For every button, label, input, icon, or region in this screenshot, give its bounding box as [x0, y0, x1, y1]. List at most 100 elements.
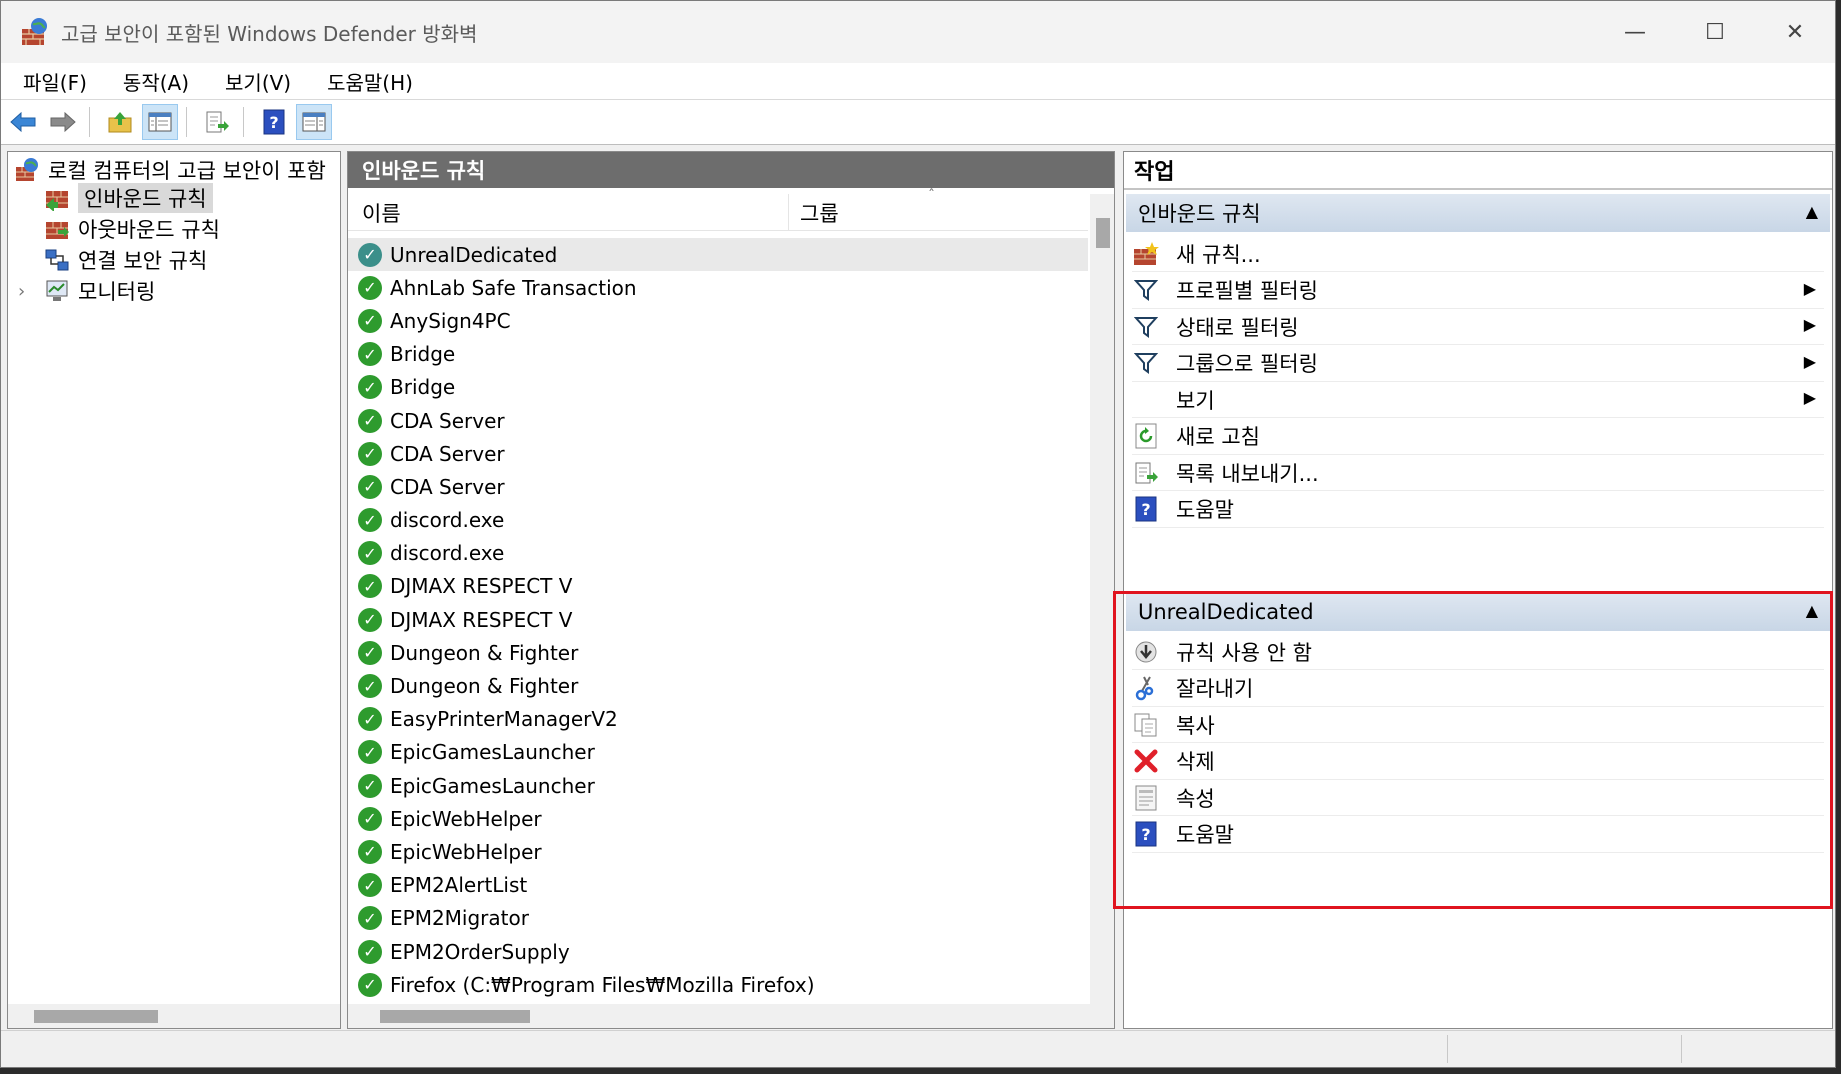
export-list-icon: [1132, 459, 1160, 487]
show-hide-action-pane-icon: [302, 112, 326, 132]
action-label: 도움말: [1176, 498, 1234, 522]
action-item[interactable]: ? 도움말: [1132, 492, 1824, 528]
rule-name: AhnLab Safe Transaction: [390, 275, 637, 300]
title-bar[interactable]: 고급 보안이 포함된 Windows Defender 방화벽 — ☐ ✕: [1, 1, 1835, 63]
show-hide-console-tree-icon: [148, 112, 172, 132]
rule-row[interactable]: ✓ CDA Server: [348, 470, 1088, 503]
scrollbar-thumb[interactable]: [34, 1010, 158, 1023]
enabled-check-icon: ✓: [358, 541, 382, 566]
menu-file[interactable]: 파일(F): [9, 67, 101, 96]
column-header-name[interactable]: 이름: [362, 198, 401, 228]
enabled-check-icon: ✓: [358, 375, 382, 400]
maximize-button[interactable]: ☐: [1675, 1, 1755, 63]
action-item[interactable]: 목록 내보내기...: [1132, 455, 1824, 491]
rule-row[interactable]: ✓ CDA Server: [348, 437, 1088, 470]
up-folder-icon: [108, 112, 132, 133]
rule-row[interactable]: ✓ discord.exe: [348, 504, 1088, 537]
help-button[interactable]: ?: [256, 104, 292, 140]
tree-expander-icon[interactable]: ›: [18, 281, 38, 302]
action-label: 목록 내보내기...: [1176, 461, 1319, 486]
rule-row[interactable]: ✓ DJMAX RESPECT V: [348, 603, 1088, 636]
back-button[interactable]: [5, 104, 41, 140]
rule-name: CDA Server: [390, 441, 505, 466]
svg-text:?: ?: [269, 113, 278, 132]
rule-row[interactable]: ✓ EPM2Migrator: [348, 902, 1088, 935]
column-headers: 이름 그룹 ˆ: [348, 188, 1088, 231]
action-label: 그룹으로 필터링: [1176, 352, 1318, 376]
action-item[interactable]: 새 규칙...: [1132, 236, 1824, 272]
filter-icon: [1132, 349, 1160, 377]
vertical-scrollbar[interactable]: [1090, 194, 1114, 1004]
up-one-level-button[interactable]: [102, 104, 138, 140]
scrollbar-thumb[interactable]: [380, 1010, 530, 1023]
rule-row[interactable]: ✓ Dungeon & Fighter: [348, 669, 1088, 702]
rule-row[interactable]: ✓ UnrealDedicated: [348, 238, 1088, 272]
scrollbar-thumb[interactable]: [1096, 218, 1110, 248]
rule-row[interactable]: ✓ EpicGamesLauncher: [348, 736, 1088, 769]
enabled-check-icon: ✓: [358, 474, 382, 499]
action-item[interactable]: 보기 ▶: [1132, 382, 1824, 418]
tree-item-outbound-rules[interactable]: 아웃바운드 규칙: [44, 214, 220, 244]
rule-row[interactable]: ✓ EpicWebHelper: [348, 802, 1088, 835]
horizontal-scrollbar[interactable]: [348, 1004, 1114, 1028]
show-hide-action-pane-button[interactable]: [296, 104, 332, 140]
forward-button[interactable]: [45, 104, 81, 140]
action-item[interactable]: 프로필별 필터링 ▶: [1132, 273, 1824, 309]
rule-name: EPM2OrderSupply: [390, 939, 570, 964]
rule-row[interactable]: ✓ AnySign4PC: [348, 304, 1088, 337]
tree-item-inbound-rules[interactable]: 인바운드 규칙: [44, 183, 213, 213]
enabled-check-icon: ✓: [358, 342, 382, 367]
rule-row[interactable]: ✓ CDA Server: [348, 404, 1088, 437]
enabled-check-icon: ✓: [358, 441, 382, 466]
rule-name: DJMAX RESPECT V: [390, 607, 573, 632]
tree-item-label: 인바운드 규칙: [78, 183, 213, 213]
enabled-check-icon: ✓: [358, 740, 382, 765]
rule-row[interactable]: ✓ Firefox (C:₩Program Files₩Mozilla Firef…: [348, 968, 1088, 1001]
rule-name: Dungeon & Fighter: [390, 674, 579, 699]
rule-row[interactable]: ✓ EpicGamesLauncher: [348, 769, 1088, 802]
show-hide-console-tree-button[interactable]: [142, 104, 178, 140]
horizontal-scrollbar[interactable]: [8, 1004, 340, 1028]
column-header-group[interactable]: 그룹: [800, 198, 839, 228]
rule-row[interactable]: ✓ Bridge: [348, 338, 1088, 371]
tree-root[interactable]: 로컬 컴퓨터의 고급 보안이 포함: [14, 155, 326, 185]
menu-action[interactable]: 동작(A): [109, 67, 203, 96]
menu-help[interactable]: 도움말(H): [313, 67, 427, 96]
enabled-check-icon: ✓: [358, 508, 382, 533]
export-list-button[interactable]: [199, 104, 235, 140]
refresh-icon: [1132, 422, 1160, 450]
rule-row[interactable]: ✓ EpicWebHelper: [348, 835, 1088, 868]
collapse-icon[interactable]: ▲: [1806, 202, 1818, 221]
rule-row[interactable]: ✓ DJMAX RESPECT V: [348, 570, 1088, 603]
tree-item-monitoring[interactable]: › 모니터링: [18, 276, 155, 306]
tree-item-connection-security-rules[interactable]: 연결 보안 규칙: [44, 245, 207, 275]
enabled-check-icon: ✓: [358, 308, 382, 333]
tree-root-label: 로컬 컴퓨터의 고급 보안이 포함: [48, 159, 326, 183]
actions-title: 작업: [1124, 152, 1832, 190]
rule-row[interactable]: ✓ Dungeon & Fighter: [348, 636, 1088, 669]
enabled-check-icon: ✓: [358, 972, 382, 997]
firewall-window: 고급 보안이 포함된 Windows Defender 방화벽 — ☐ ✕ 파일…: [0, 0, 1836, 1068]
action-item[interactable]: 새로 고침: [1132, 419, 1824, 455]
tree-item-label: 연결 보안 규칙: [78, 249, 208, 273]
enabled-check-icon: ✓: [358, 773, 382, 798]
rules-list-pane: 인바운드 규칙 이름 그룹 ˆ ✓ UnrealDedicated ✓ AhnLab …: [347, 151, 1115, 1029]
close-button[interactable]: ✕: [1755, 1, 1835, 63]
column-divider[interactable]: [788, 194, 789, 230]
enabled-check-icon: ✓: [358, 275, 382, 300]
rule-name: AnySign4PC: [390, 308, 511, 333]
forward-arrow-icon: [50, 111, 76, 133]
minimize-button[interactable]: —: [1595, 1, 1675, 63]
rule-row[interactable]: ✓ AhnLab Safe Transaction: [348, 271, 1088, 304]
submenu-arrow-icon: ▶: [1803, 388, 1816, 407]
rule-row[interactable]: ✓ EPM2OrderSupply: [348, 935, 1088, 968]
rule-row[interactable]: ✓ discord.exe: [348, 537, 1088, 570]
menu-view[interactable]: 보기(V): [211, 67, 305, 96]
rule-row[interactable]: ✓ Bridge: [348, 371, 1088, 404]
rule-row[interactable]: ✓ EasyPrinterManagerV2: [348, 703, 1088, 736]
actions-section-inbound-rules[interactable]: 인바운드 규칙 ▲: [1126, 194, 1830, 232]
action-item[interactable]: 그룹으로 필터링 ▶: [1132, 346, 1824, 382]
filter-icon: [1132, 276, 1160, 304]
rule-row[interactable]: ✓ EPM2AlertList: [348, 869, 1088, 902]
action-item[interactable]: 상태로 필터링 ▶: [1132, 309, 1824, 345]
